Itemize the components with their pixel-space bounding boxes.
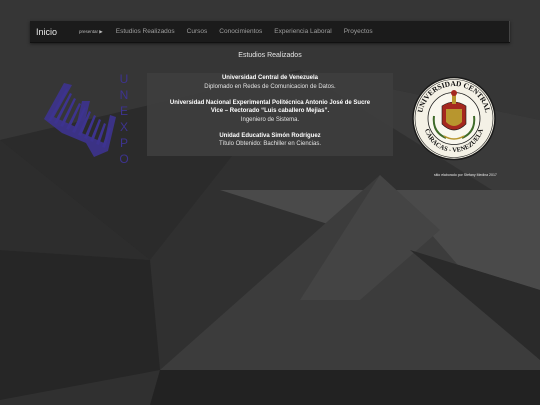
- study-1-detail: Diplomado en Redes de Comunicacion de Da…: [204, 83, 336, 90]
- study-1-institution: Universidad Central de Venezuela: [221, 75, 319, 81]
- unexpo-letter-o: O: [119, 152, 128, 166]
- study-3-detail: Título Obtenido: Bachiller en Ciencias.: [218, 141, 322, 147]
- nav-item-proyectos[interactable]: Proyectos: [344, 28, 373, 35]
- unexpo-letter-p: P: [120, 136, 128, 150]
- navbar-divider: [509, 21, 510, 42]
- nav-item-conocimientos[interactable]: Conocimientos: [219, 28, 262, 35]
- study-2-detail: Ingeniero de Sistema.: [240, 116, 300, 123]
- unexpo-letter-x: X: [120, 120, 128, 134]
- ucv-seal: UNIVERSIDAD CENTRAL CARACAS - VENEZUELA: [412, 76, 496, 161]
- nav-item-experiencia[interactable]: Experiencia Laboral: [274, 28, 331, 35]
- site-credit: sitio elaborado por Stefany Medina 2017: [434, 173, 497, 177]
- unexpo-logo: U N E X P O: [44, 72, 129, 166]
- unexpo-letter-u: U: [120, 72, 129, 86]
- nav-brand-inicio[interactable]: Inicio: [36, 27, 57, 37]
- study-2-institution-line2: Vice – Rectorado “Luis caballero Mejias”…: [210, 108, 330, 114]
- nav-item-estudios[interactable]: Estudios Realizados: [116, 28, 175, 35]
- unexpo-emblem: [44, 83, 116, 157]
- present-label: presentar: [79, 28, 99, 34]
- nav-item-cursos[interactable]: Cursos: [187, 28, 208, 35]
- present-button[interactable]: presentar ▶: [79, 29, 103, 35]
- study-3-institution: Unidad Educativa Simón Rodríguez: [219, 132, 321, 139]
- section-title: Estudios Realizados: [238, 52, 302, 59]
- unexpo-letter-e: E: [120, 104, 128, 118]
- unexpo-letters: U N E X P O: [119, 72, 128, 166]
- background-geometric: [0, 0, 540, 405]
- unexpo-letter-n: N: [120, 88, 129, 102]
- studies-box: Universidad Central de Venezuela Diploma…: [147, 73, 393, 156]
- study-2-institution: Universidad Nacional Experimental Polité…: [169, 99, 371, 106]
- top-navbar: Inicio presentar ▶ Estudios Realizados C…: [30, 21, 510, 43]
- play-icon: ▶: [99, 28, 103, 34]
